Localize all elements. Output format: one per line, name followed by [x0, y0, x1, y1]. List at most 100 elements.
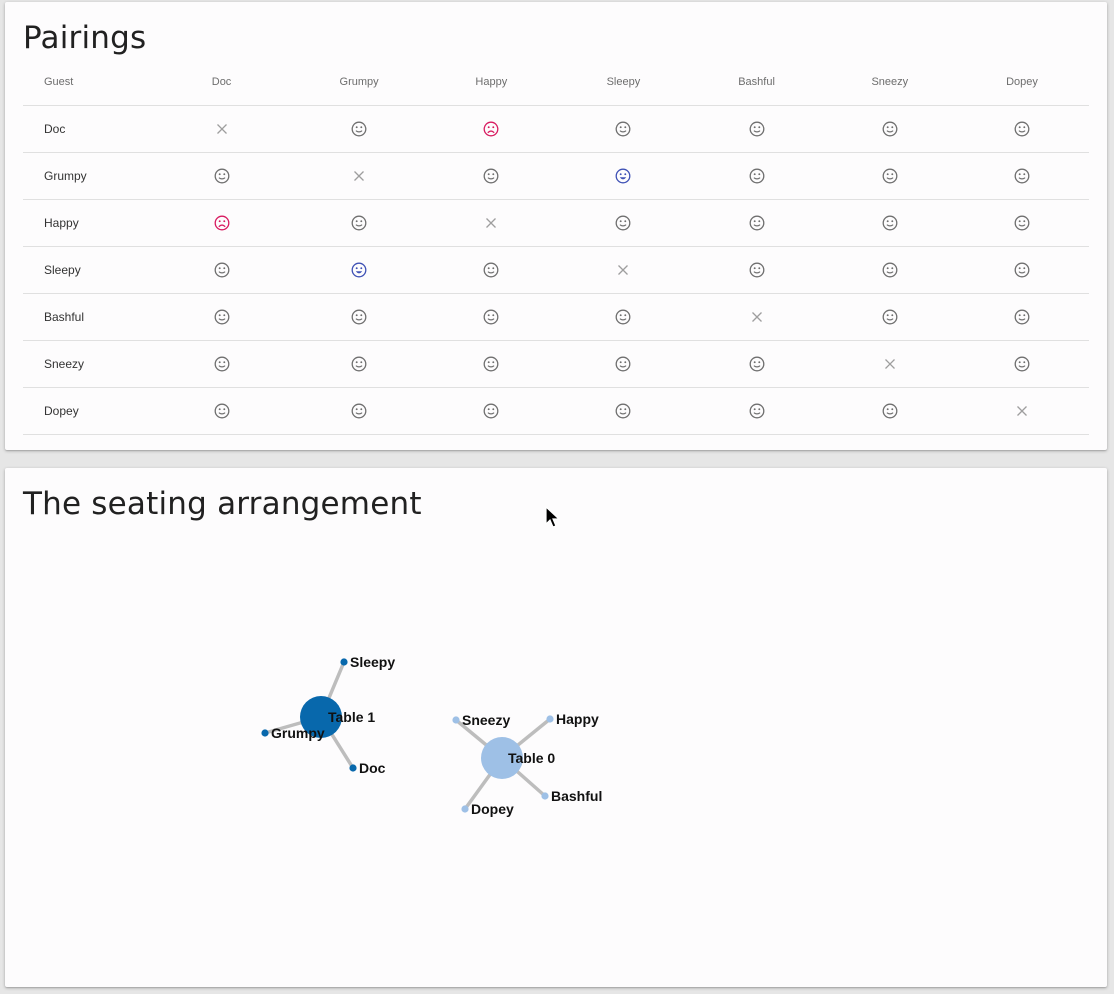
pairing-cell[interactable]	[824, 293, 956, 341]
neutral-face-icon[interactable]	[882, 121, 898, 137]
pairing-cell[interactable]	[558, 340, 689, 388]
pairing-cell[interactable]	[955, 105, 1089, 153]
pairing-cell[interactable]	[424, 340, 559, 388]
pairing-cell[interactable]	[688, 199, 825, 247]
row-label: Dopey	[23, 387, 150, 435]
pairing-cell[interactable]	[688, 387, 825, 435]
neutral-face-icon[interactable]	[351, 309, 367, 325]
pairing-cell[interactable]	[824, 105, 956, 153]
pairing-cell[interactable]	[558, 199, 689, 247]
pairing-cell[interactable]	[424, 152, 559, 200]
neutral-face-icon[interactable]	[214, 262, 230, 278]
pairing-cell[interactable]	[424, 387, 559, 435]
neutral-face-icon[interactable]	[749, 168, 765, 184]
pairing-cell[interactable]	[293, 199, 425, 247]
guest-node[interactable]	[349, 764, 357, 772]
neutral-face-icon[interactable]	[882, 215, 898, 231]
pairing-cell[interactable]	[293, 246, 425, 294]
neutral-face-icon[interactable]	[1014, 215, 1030, 231]
neutral-face-icon[interactable]	[483, 403, 499, 419]
neutral-face-icon[interactable]	[351, 356, 367, 372]
neutral-face-icon[interactable]	[749, 121, 765, 137]
neutral-face-icon[interactable]	[882, 168, 898, 184]
pairing-cell[interactable]	[149, 293, 294, 341]
pairing-cell[interactable]	[824, 199, 956, 247]
neutral-face-icon[interactable]	[615, 309, 631, 325]
column-header-grumpy: Grumpy	[293, 60, 425, 106]
neutral-face-icon[interactable]	[483, 356, 499, 372]
neutral-face-icon[interactable]	[615, 215, 631, 231]
pairing-cell[interactable]	[688, 340, 825, 388]
pairing-cell[interactable]	[688, 105, 825, 153]
neutral-face-icon[interactable]	[1014, 262, 1030, 278]
guest-node[interactable]	[340, 658, 348, 666]
guest-node[interactable]	[461, 805, 469, 813]
guest-node[interactable]	[541, 792, 549, 800]
row-label: Sneezy	[23, 340, 150, 388]
pairing-cell[interactable]	[955, 293, 1089, 341]
neutral-face-icon[interactable]	[351, 403, 367, 419]
neutral-face-icon[interactable]	[483, 262, 499, 278]
pairing-cell[interactable]	[955, 246, 1089, 294]
guest-node[interactable]	[546, 715, 554, 723]
neutral-face-icon[interactable]	[1014, 356, 1030, 372]
neutral-face-icon[interactable]	[214, 403, 230, 419]
pairing-cell[interactable]	[955, 152, 1089, 200]
guest-node[interactable]	[261, 729, 269, 737]
neutral-face-icon[interactable]	[1014, 168, 1030, 184]
neutral-face-icon[interactable]	[615, 403, 631, 419]
neutral-face-icon[interactable]	[214, 168, 230, 184]
pairing-cell[interactable]	[558, 105, 689, 153]
pairing-cell[interactable]	[424, 246, 559, 294]
pairing-cell[interactable]	[424, 105, 559, 153]
neutral-face-icon[interactable]	[749, 215, 765, 231]
pairing-cell[interactable]	[688, 246, 825, 294]
neutral-face-icon[interactable]	[483, 309, 499, 325]
pairing-cell[interactable]	[824, 387, 956, 435]
happy-face-icon[interactable]	[351, 262, 367, 278]
pairing-cell[interactable]	[293, 387, 425, 435]
sad-face-icon[interactable]	[214, 215, 230, 231]
pairing-cell[interactable]	[558, 387, 689, 435]
pairing-cell	[955, 387, 1089, 435]
pairing-cell[interactable]	[149, 152, 294, 200]
neutral-face-icon[interactable]	[615, 121, 631, 137]
neutral-face-icon[interactable]	[214, 356, 230, 372]
neutral-face-icon[interactable]	[882, 403, 898, 419]
pairing-cell[interactable]	[149, 387, 294, 435]
neutral-face-icon[interactable]	[749, 403, 765, 419]
neutral-face-icon[interactable]	[882, 309, 898, 325]
pairing-cell[interactable]	[424, 293, 559, 341]
pairing-cell[interactable]	[558, 152, 689, 200]
pairing-cell[interactable]	[955, 340, 1089, 388]
pairing-cell[interactable]	[149, 340, 294, 388]
close-icon	[882, 356, 898, 372]
neutral-face-icon[interactable]	[615, 356, 631, 372]
pairings-title: Pairings	[23, 20, 147, 56]
neutral-face-icon[interactable]	[351, 121, 367, 137]
pairing-cell[interactable]	[558, 293, 689, 341]
neutral-face-icon[interactable]	[1014, 121, 1030, 137]
neutral-face-icon[interactable]	[483, 168, 499, 184]
pairing-cell[interactable]	[955, 199, 1089, 247]
pairing-cell[interactable]	[149, 199, 294, 247]
neutral-face-icon[interactable]	[749, 356, 765, 372]
pairing-cell[interactable]	[824, 152, 956, 200]
pairing-cell[interactable]	[293, 293, 425, 341]
neutral-face-icon[interactable]	[214, 309, 230, 325]
neutral-face-icon[interactable]	[1014, 309, 1030, 325]
pairing-cell[interactable]	[688, 152, 825, 200]
neutral-face-icon[interactable]	[351, 215, 367, 231]
happy-face-icon[interactable]	[615, 168, 631, 184]
pairing-cell[interactable]	[149, 246, 294, 294]
pairing-cell[interactable]	[293, 340, 425, 388]
guest-node[interactable]	[452, 716, 460, 724]
pairing-cell[interactable]	[824, 246, 956, 294]
neutral-face-icon[interactable]	[882, 262, 898, 278]
pairing-cell[interactable]	[293, 105, 425, 153]
guest-node-label: Happy	[556, 711, 599, 727]
seating-card: The seating arrangement Sleepy Grumpy Doc T…	[5, 468, 1107, 987]
close-icon	[351, 168, 367, 184]
sad-face-icon[interactable]	[483, 121, 499, 137]
neutral-face-icon[interactable]	[749, 262, 765, 278]
